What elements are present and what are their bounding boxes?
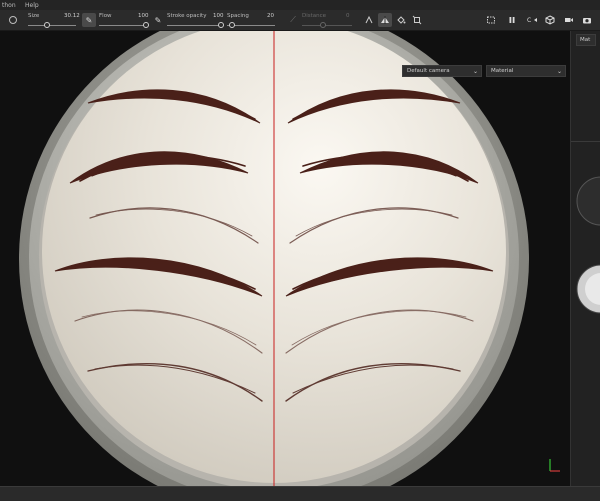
size-slider-track[interactable] <box>28 25 76 26</box>
spacing-value[interactable]: 20 <box>267 13 274 19</box>
menu-item-help[interactable]: Help <box>25 2 39 9</box>
stroke-opacity-value[interactable]: 100 <box>213 13 224 19</box>
panel-preview <box>571 141 600 314</box>
opacity-pen-icon[interactable]: ✎ <box>151 13 165 27</box>
viewport-canvas[interactable] <box>0 31 570 486</box>
chevron-down-icon: ⌄ <box>472 68 478 75</box>
material-select[interactable]: Material ⌄ <box>486 65 566 77</box>
flow-value[interactable]: 100 <box>138 13 149 19</box>
fill-bucket-icon[interactable] <box>394 13 408 27</box>
distance-value[interactable]: 0 <box>346 13 350 19</box>
distance-slider-track[interactable] <box>302 25 352 26</box>
material-panel-tab[interactable]: Mat <box>576 34 596 46</box>
flow-slider-knob[interactable] <box>143 22 149 28</box>
camera-select-value: Default camera <box>407 68 450 74</box>
flow-label: Flow <box>99 13 112 19</box>
menu-item-python[interactable]: thon <box>2 2 16 9</box>
chevron-down-icon: ⌄ <box>556 68 562 75</box>
symmetry-icon[interactable] <box>378 13 392 27</box>
spacing-slider-knob[interactable] <box>229 22 235 28</box>
right-side-panel <box>570 31 600 486</box>
brush-toolbar: Size 30.12 ✎ Flow 100 ✎ Stroke opacity 1… <box>0 10 600 31</box>
stroke-opacity-slider-track[interactable] <box>167 25 222 26</box>
screenshot-select-icon[interactable] <box>484 13 498 27</box>
distance-label: Distance <box>302 13 327 19</box>
stroke-opacity-slider-knob[interactable] <box>218 22 224 28</box>
camera-select[interactable]: Default camera ⌄ <box>402 65 482 77</box>
spacing-label: Spacing <box>227 13 249 19</box>
size-value[interactable]: 30.12 <box>64 13 80 19</box>
transform-icon[interactable] <box>410 13 424 27</box>
menu-bar: thon Help <box>0 0 600 10</box>
3d-viewport[interactable]: Default camera ⌄ Material ⌄ <box>0 31 570 486</box>
3d-cube-icon[interactable] <box>543 13 557 27</box>
alignment-icon[interactable] <box>362 13 376 27</box>
stroke-opacity-label: Stroke opacity <box>167 13 207 19</box>
brush-pen-icon[interactable]: ✎ <box>82 13 96 27</box>
pause-icon[interactable] <box>505 13 519 27</box>
svg-text:C: C <box>527 17 531 24</box>
brush-shape-icon[interactable] <box>6 13 20 27</box>
axis-gizmo-left <box>546 455 562 477</box>
material-select-value: Material <box>491 68 514 74</box>
size-label: Size <box>28 13 40 19</box>
status-bar <box>0 486 600 501</box>
video-camera-icon[interactable] <box>562 13 576 27</box>
camera-mode-icon[interactable]: C <box>526 13 540 27</box>
size-slider-knob[interactable] <box>44 22 50 28</box>
distance-slider-knob[interactable] <box>320 22 326 28</box>
photo-camera-icon[interactable] <box>580 13 594 27</box>
lazy-mouse-icon[interactable]: ⟋ <box>286 13 300 27</box>
flow-slider-track[interactable] <box>99 25 147 26</box>
